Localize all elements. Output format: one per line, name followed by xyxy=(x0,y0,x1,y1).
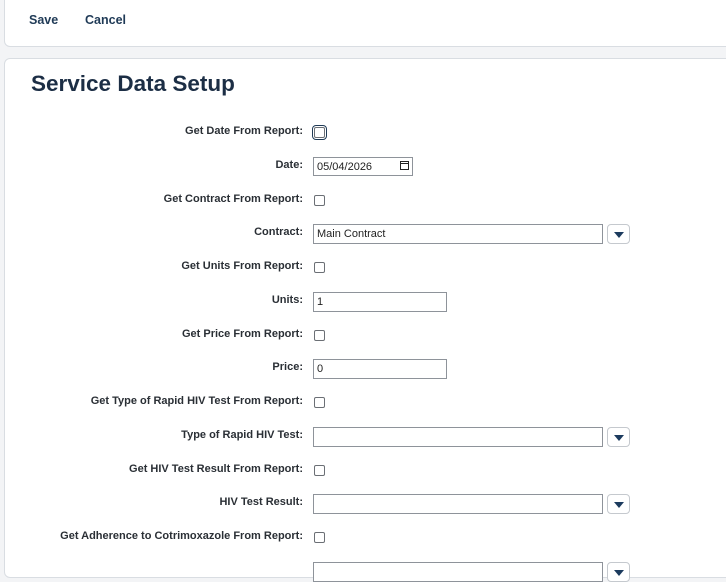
hiv-type-row: Type of Rapid HIV Test: xyxy=(5,427,725,447)
hiv-result-row: HIV Test Result: xyxy=(5,494,725,514)
hiv-type-label: Type of Rapid HIV Test: xyxy=(181,429,303,441)
chevron-down-icon xyxy=(614,502,624,508)
get-contract-checkbox[interactable] xyxy=(314,195,325,206)
date-input[interactable]: 05/04/2026 xyxy=(313,157,413,176)
price-label: Price: xyxy=(272,361,303,373)
chevron-down-icon xyxy=(614,570,624,576)
contract-row: Contract: Main Contract xyxy=(5,224,725,244)
contract-input[interactable]: Main Contract xyxy=(313,224,603,244)
get-adherence-checkbox[interactable] xyxy=(314,532,325,543)
get-price-row: Get Price From Report: xyxy=(5,326,725,346)
get-units-label: Get Units From Report: xyxy=(181,260,303,272)
adherence-row xyxy=(5,562,725,582)
date-row: Date: 05/04/2026 xyxy=(5,157,725,177)
adherence-dropdown-button[interactable] xyxy=(607,562,630,582)
chevron-down-icon xyxy=(614,435,624,441)
hiv-result-label: HIV Test Result: xyxy=(219,496,303,508)
save-button[interactable]: Save xyxy=(29,13,58,27)
units-label: Units: xyxy=(271,294,303,306)
hiv-type-dropdown-button[interactable] xyxy=(607,427,630,447)
get-date-label: Get Date From Report: xyxy=(185,125,303,137)
get-adherence-label: Get Adherence to Cotrimoxazole From Repo… xyxy=(60,530,303,542)
units-input[interactable]: 1 xyxy=(313,292,447,312)
get-price-checkbox[interactable] xyxy=(314,330,325,341)
page-title: Service Data Setup xyxy=(31,71,235,96)
get-hiv-result-row: Get HIV Test Result From Report: xyxy=(5,461,725,481)
contract-dropdown-button[interactable] xyxy=(607,224,630,244)
hiv-type-input[interactable] xyxy=(313,427,603,447)
adherence-input[interactable] xyxy=(313,562,603,582)
hiv-result-dropdown-button[interactable] xyxy=(607,494,630,514)
get-hiv-type-row: Get Type of Rapid HIV Test From Report: xyxy=(5,393,725,413)
get-hiv-result-label: Get HIV Test Result From Report: xyxy=(129,463,303,475)
get-price-label: Get Price From Report: xyxy=(181,328,303,340)
date-label: Date: xyxy=(275,159,303,171)
get-hiv-type-checkbox[interactable] xyxy=(314,397,325,408)
hiv-result-input[interactable] xyxy=(313,494,603,514)
form-panel: Service Data Setup Get Date From Report:… xyxy=(4,58,726,582)
get-contract-label: Get Contract From Report: xyxy=(163,193,303,205)
units-row: Units: 1 xyxy=(5,292,725,312)
get-date-checkbox[interactable] xyxy=(312,125,327,140)
toolbar: Save Cancel xyxy=(4,0,726,47)
price-row: Price: 0 xyxy=(5,359,725,379)
chevron-down-icon xyxy=(614,232,624,238)
get-contract-row: Get Contract From Report: xyxy=(5,191,725,211)
price-input[interactable]: 0 xyxy=(313,359,447,379)
date-value: 05/04/2026 xyxy=(317,161,373,173)
get-adherence-row: Get Adherence to Cotrimoxazole From Repo… xyxy=(5,528,725,548)
get-hiv-type-label: Get Type of Rapid HIV Test From Report: xyxy=(90,395,303,407)
get-date-row: Get Date From Report: xyxy=(5,123,725,143)
get-hiv-result-checkbox[interactable] xyxy=(314,465,325,476)
calendar-icon[interactable] xyxy=(400,161,409,170)
contract-label: Contract: xyxy=(254,226,303,238)
cancel-button[interactable]: Cancel xyxy=(85,13,126,27)
get-units-row: Get Units From Report: xyxy=(5,258,725,278)
get-units-checkbox[interactable] xyxy=(314,262,325,273)
